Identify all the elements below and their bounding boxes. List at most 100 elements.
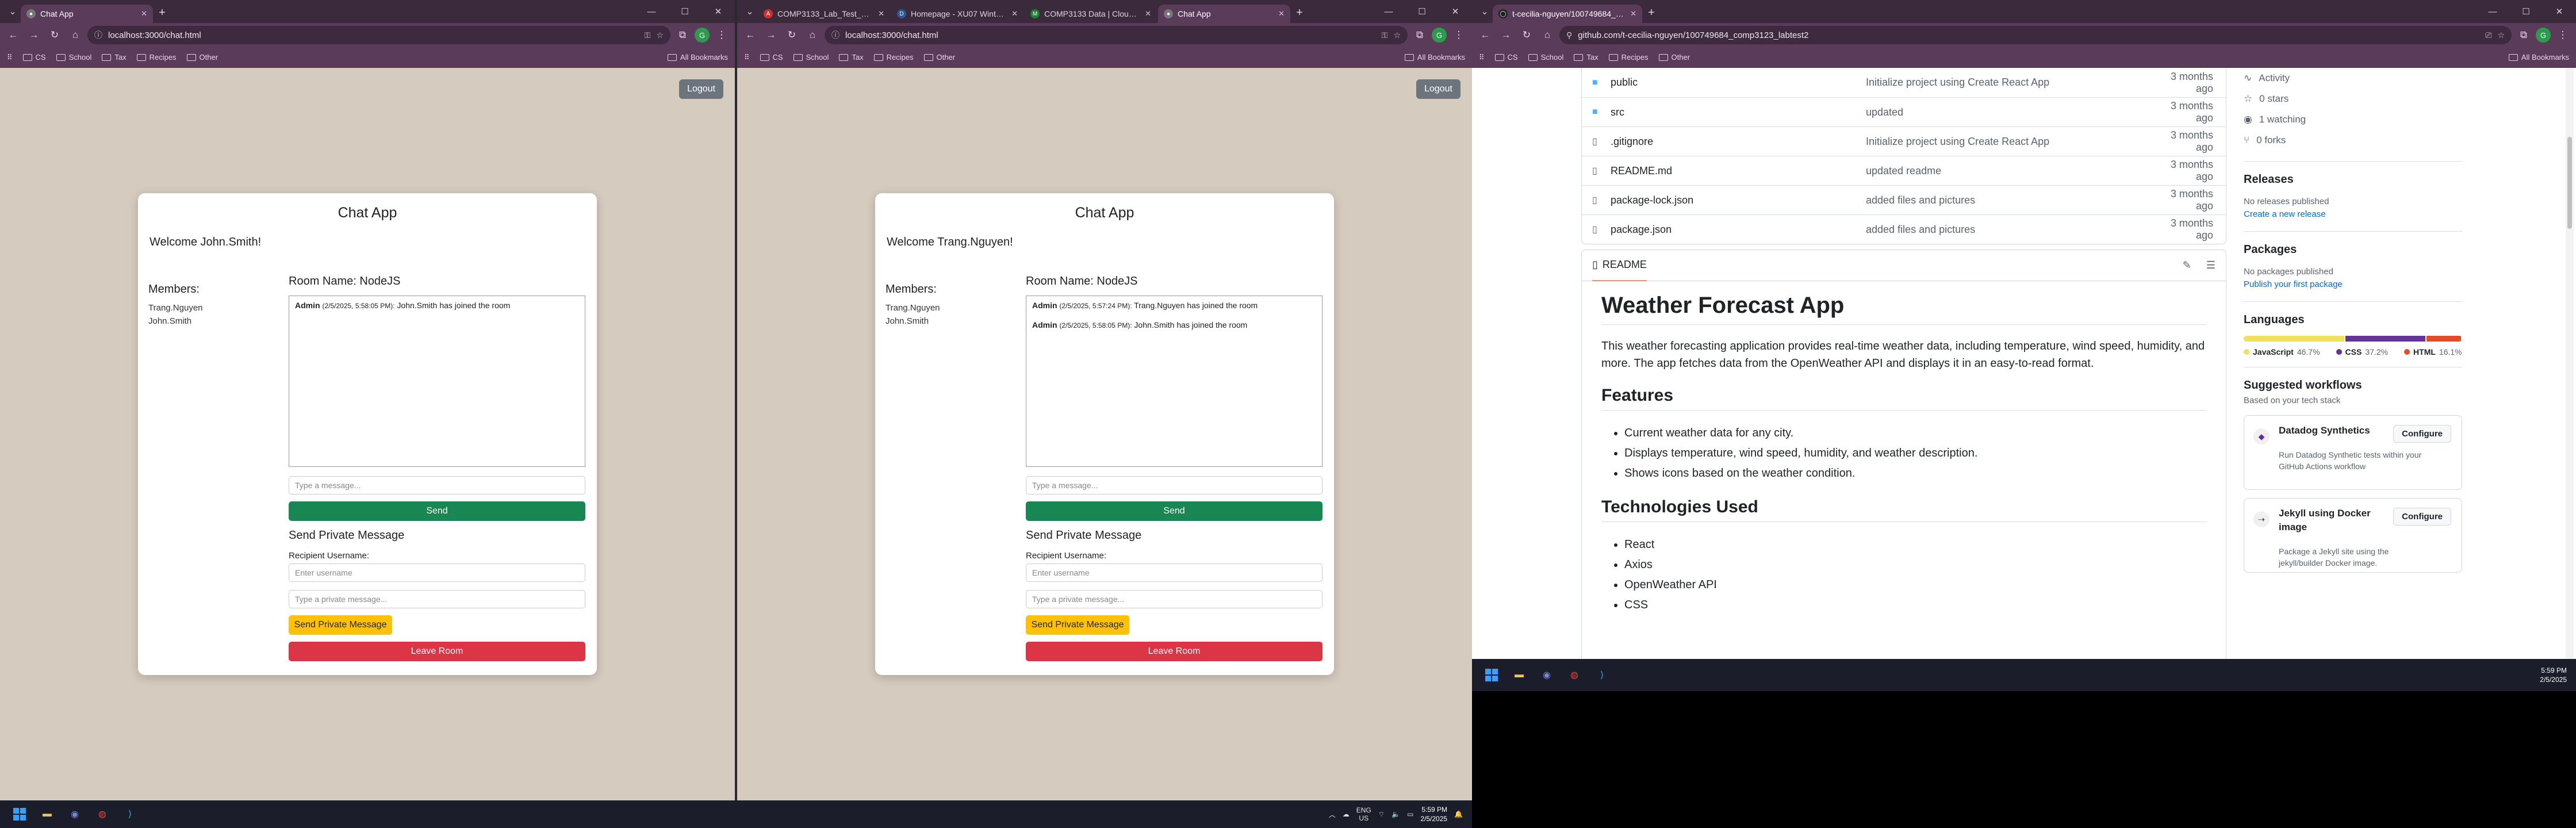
close-window-icon[interactable]: ✕ — [2543, 0, 2576, 23]
home-icon[interactable]: ⌂ — [67, 26, 84, 44]
tab-search-icon[interactable]: ⌄ — [742, 3, 758, 20]
start-button[interactable] — [1480, 664, 1503, 687]
battery-icon[interactable]: ▭ — [1407, 810, 1413, 818]
tab-mongo[interactable]: M COMP3133 Data | Cloud: Mongo ✕ — [1025, 5, 1157, 23]
close-tab-icon[interactable]: ✕ — [1145, 9, 1151, 18]
install-icon[interactable]: ⎚ — [2485, 30, 2491, 40]
profile-avatar[interactable]: G — [2536, 28, 2551, 43]
private-message-input[interactable]: Type a private message... — [1026, 590, 1322, 608]
table-row[interactable]: ▯ README.md updated readme 3 months ago — [1582, 156, 2226, 185]
maximize-icon[interactable]: ☐ — [668, 0, 702, 23]
bookmark-star-icon[interactable]: ☆ — [656, 30, 664, 40]
close-tab-icon[interactable]: ✕ — [878, 9, 884, 18]
all-bookmarks[interactable]: All Bookmarks — [667, 53, 728, 62]
extension-icon[interactable]: ⚿ — [645, 30, 651, 40]
bookmark-other[interactable]: Other — [186, 53, 218, 62]
table-row[interactable]: ▯ package-lock.json added files and pictur… — [1582, 185, 2226, 214]
bookmark-recipes[interactable]: Recipes — [1608, 53, 1649, 62]
apps-icon[interactable]: ⠿ — [1479, 53, 1485, 62]
back-icon[interactable]: ← — [5, 26, 22, 44]
send-private-button[interactable]: Send Private Message — [289, 615, 392, 635]
table-row[interactable]: ■ public Initialize project using Create R… — [1582, 68, 2226, 97]
leave-room-button[interactable]: Leave Room — [289, 642, 585, 661]
vscode-icon[interactable]: ⟩ — [1590, 664, 1613, 687]
language-indicator[interactable]: ENG US — [1356, 806, 1371, 822]
discord-icon[interactable]: ◉ — [63, 803, 86, 826]
tab-github[interactable]: ◯ t-cecilia-nguyen/100749684_comp3123 ✕ — [1493, 5, 1642, 23]
bookmark-recipes[interactable]: Recipes — [136, 53, 177, 62]
discord-icon[interactable]: ◉ — [1535, 664, 1558, 687]
bookmark-tax[interactable]: Tax — [1574, 53, 1598, 62]
scroll-thumb[interactable] — [2567, 137, 2572, 229]
language-item[interactable]: CSS 37.2% — [2336, 347, 2388, 356]
bookmark-star-icon[interactable]: ☆ — [2497, 30, 2505, 40]
forks-link[interactable]: ⑂ 0 forks — [2244, 130, 2462, 151]
publish-package-link[interactable]: Publish your first package — [2244, 278, 2462, 291]
tab-homepage[interactable]: D Homepage - XU07 Winter 2025 ✕ — [891, 5, 1023, 23]
file-explorer-icon[interactable]: ▬ — [1508, 664, 1531, 687]
message-input[interactable]: Type a message... — [1026, 476, 1322, 494]
new-tab-icon[interactable]: + — [154, 5, 170, 21]
activity-link[interactable]: ∿ Activity — [2244, 68, 2462, 89]
page-scrollbar[interactable] — [2566, 68, 2574, 659]
back-icon[interactable]: ← — [1477, 26, 1494, 44]
outline-icon[interactable]: ☰ — [2206, 259, 2215, 271]
back-icon[interactable]: ← — [742, 26, 759, 44]
apps-icon[interactable]: ⠿ — [7, 53, 13, 62]
menu-icon[interactable]: ⋮ — [2554, 26, 2571, 44]
chrome-icon[interactable]: ◍ — [91, 803, 114, 826]
reload-icon[interactable]: ↻ — [783, 26, 800, 44]
new-tab-icon[interactable]: + — [1291, 5, 1308, 21]
notification-icon[interactable]: 🔔 — [1454, 810, 1463, 818]
logout-button[interactable]: Logout — [1416, 79, 1460, 99]
commit-message[interactable]: added files and pictures — [1866, 224, 2151, 236]
clock[interactable]: 5:59 PM 2/5/2025 — [1420, 805, 1447, 823]
forward-icon[interactable]: → — [25, 26, 43, 44]
commit-message[interactable]: updated — [1866, 106, 2151, 118]
address-bar[interactable]: ⓘ localhost:3000/chat.html ⚿ ☆ — [87, 26, 670, 44]
profile-avatar[interactable]: G — [1432, 28, 1447, 43]
watching-link[interactable]: ◉ 1 watching — [2244, 109, 2462, 130]
extensions-icon[interactable]: ⧉ — [1411, 26, 1428, 44]
bookmark-school[interactable]: School — [793, 53, 829, 62]
releases-heading[interactable]: Releases — [2244, 173, 2462, 186]
bookmark-other[interactable]: Other — [923, 53, 955, 62]
start-button[interactable] — [8, 803, 31, 826]
bookmark-school[interactable]: School — [1528, 53, 1563, 62]
close-tab-icon[interactable]: ✕ — [1630, 9, 1636, 18]
home-icon[interactable]: ⌂ — [804, 26, 821, 44]
forward-icon[interactable]: → — [762, 26, 780, 44]
commit-message[interactable]: added files and pictures — [1866, 194, 2151, 206]
commit-message[interactable]: updated readme — [1866, 165, 2151, 177]
close-window-icon[interactable]: ✕ — [1439, 0, 1472, 23]
forward-icon[interactable]: → — [1497, 26, 1515, 44]
site-info-icon[interactable]: ⓘ — [94, 29, 102, 41]
maximize-icon[interactable]: ☐ — [1405, 0, 1439, 23]
close-tab-icon[interactable]: ✕ — [141, 9, 147, 18]
tab-lab-test-pdf[interactable]: A COMP3133_Lab_Test_1.pdf ✕ — [758, 5, 890, 23]
bookmark-star-icon[interactable]: ☆ — [1393, 30, 1401, 40]
messages-box[interactable]: Admin (2/5/2025, 5:57:24 PM): Trang.Nguy… — [1026, 296, 1322, 467]
send-private-button[interactable]: Send Private Message — [1026, 615, 1129, 635]
wifi-icon[interactable]: ⌔ — [1378, 810, 1385, 819]
language-item[interactable]: JavaScript 46.7% — [2244, 347, 2320, 356]
maximize-icon[interactable]: ☐ — [2509, 0, 2543, 23]
all-bookmarks[interactable]: All Bookmarks — [1404, 53, 1465, 62]
home-icon[interactable]: ⌂ — [1539, 26, 1556, 44]
site-info-icon[interactable]: ⚲ — [1566, 30, 1572, 40]
tab-chat-app[interactable]: ● Chat App ✕ — [21, 5, 153, 23]
close-tab-icon[interactable]: ✕ — [1278, 9, 1285, 18]
minimize-icon[interactable]: — — [2476, 0, 2509, 23]
close-tab-icon[interactable]: ✕ — [1011, 9, 1018, 18]
vscode-icon[interactable]: ⟩ — [118, 803, 141, 826]
tab-search-icon[interactable]: ⌄ — [5, 3, 21, 20]
recipient-input[interactable]: Enter username — [1026, 564, 1322, 582]
bookmark-tax[interactable]: Tax — [839, 53, 864, 62]
commit-message[interactable]: Initialize project using Create React Ap… — [1866, 76, 2151, 89]
configure-button[interactable]: Configure — [2393, 425, 2451, 443]
bookmark-cs[interactable]: CS — [22, 53, 46, 62]
leave-room-button[interactable]: Leave Room — [1026, 642, 1322, 661]
minimize-icon[interactable]: — — [635, 0, 668, 23]
file-name[interactable]: src — [1611, 106, 1866, 118]
bookmark-cs[interactable]: CS — [1494, 53, 1518, 62]
